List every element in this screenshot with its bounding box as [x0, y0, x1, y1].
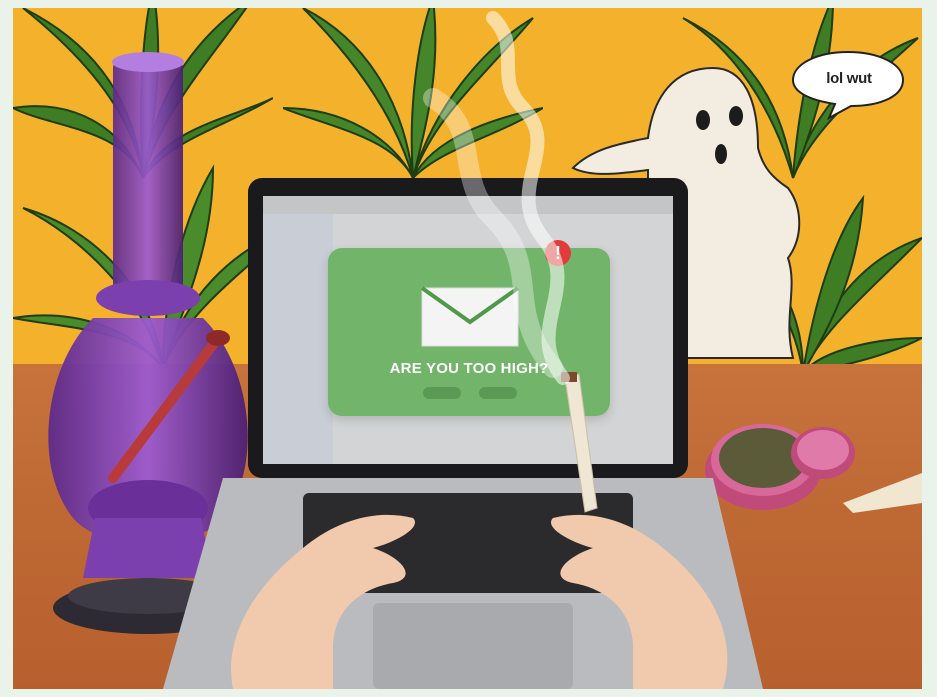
- illustration: lol wut ! ARE YOU TOO HIGH?: [13, 8, 922, 689]
- rolling-paper: [843, 473, 922, 513]
- smoke: [423, 11, 570, 385]
- popup-button-right: [479, 387, 517, 399]
- speech-bubble-text: lol wut: [826, 70, 872, 87]
- left-hand: [231, 514, 415, 689]
- right-hand: [551, 514, 728, 689]
- popup-button-left: [423, 387, 461, 399]
